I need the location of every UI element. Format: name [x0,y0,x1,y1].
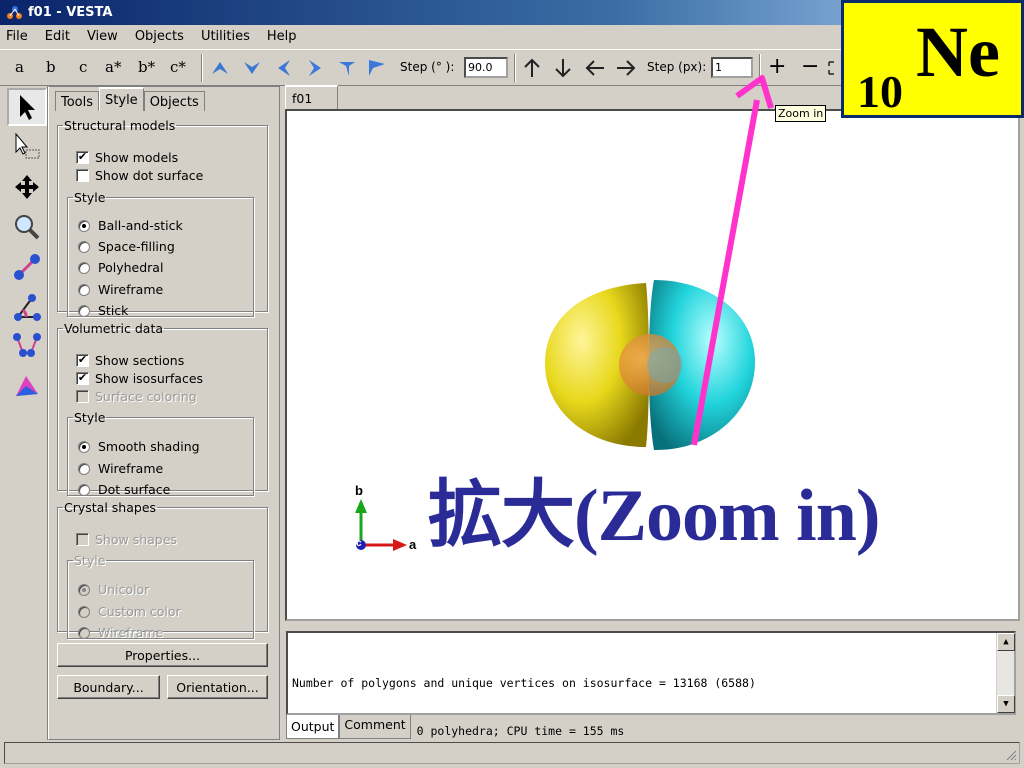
slide-caption: 拡大(Zoom in) [428,475,880,557]
atomic-number: 10 [857,66,903,117]
element-symbol: Ne [916,12,1000,92]
element-badge: 10 Ne [841,0,1024,118]
